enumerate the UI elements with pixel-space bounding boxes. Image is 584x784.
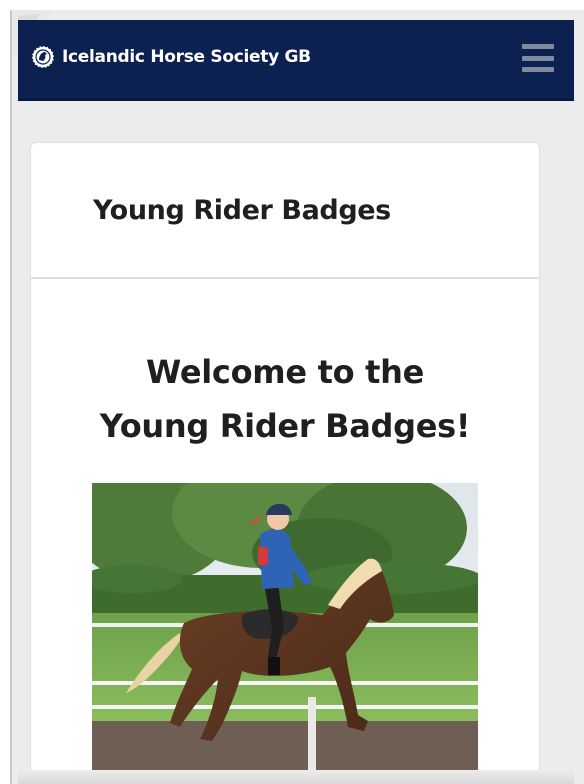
top-navbar: Icelandic Horse Society GB	[18, 20, 574, 101]
hamburger-menu-icon[interactable]	[522, 42, 554, 74]
brand-text: Icelandic Horse Society GB	[62, 47, 311, 67]
welcome-line-2: Young Rider Badges!	[99, 407, 471, 445]
menu-bar	[522, 44, 554, 49]
menu-bar	[522, 67, 554, 72]
society-logo-icon	[31, 45, 55, 69]
welcome-heading: Welcome to the Young Rider Badges!	[31, 345, 539, 453]
card-header: Young Rider Badges	[31, 143, 539, 279]
content-card: Young Rider Badges Welcome to the Young …	[30, 142, 540, 784]
menu-bar	[522, 55, 554, 61]
rider-on-horse-photo	[92, 483, 478, 773]
page-title: Young Rider Badges	[93, 194, 391, 226]
page-bottom-edge	[18, 770, 574, 784]
welcome-line-1: Welcome to the	[146, 353, 424, 391]
brand-link[interactable]: Icelandic Horse Society GB	[30, 42, 311, 72]
